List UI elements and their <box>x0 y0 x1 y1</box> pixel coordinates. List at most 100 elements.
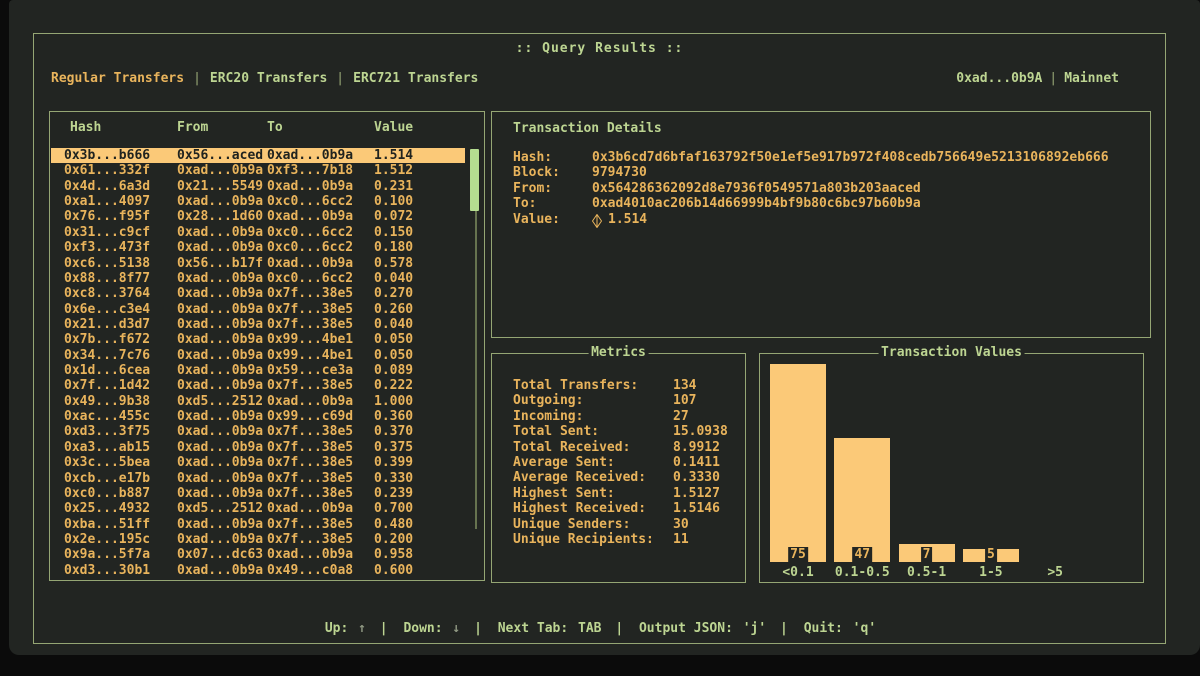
table-row[interactable]: 0xa1...4097 0xad...0b9a 0xc0...6cc2 0.10… <box>51 194 465 209</box>
detail-value-block: 9794730 <box>592 165 647 180</box>
cell-from: 0xad...0b9a <box>177 271 267 286</box>
metric-row: Total Transfers: 134 <box>513 378 739 393</box>
cell-hash: 0x3b...b666 <box>64 148 177 163</box>
table-row[interactable]: 0x3c...5bea 0xad...0b9a 0x7f...38e5 0.39… <box>51 455 465 470</box>
cell-value: 0.600 <box>374 563 465 578</box>
table-row[interactable]: 0xac...455c 0xad...0b9a 0x99...c69d 0.36… <box>51 409 465 424</box>
detail-value-hash: 0x3b6cd7d6bfaf163792f50e1ef5e917b972f408… <box>592 150 1109 165</box>
table-row[interactable]: 0x7f...1d42 0xad...0b9a 0x7f...38e5 0.22… <box>51 378 465 393</box>
transfers-table-body: 0x3b...b666 0x56...aced 0xad...0b9a 1.51… <box>51 148 465 578</box>
table-row[interactable]: 0xc0...b887 0xad...0b9a 0x7f...38e5 0.23… <box>51 486 465 501</box>
detail-label-value: Value: <box>513 212 592 227</box>
table-row[interactable]: 0xf3...473f 0xad...0b9a 0xc0...6cc2 0.18… <box>51 240 465 255</box>
cell-to: 0x49...c0a8 <box>267 563 374 578</box>
cell-hash: 0x6e...c3e4 <box>64 302 177 317</box>
footer-separator: | <box>615 621 623 636</box>
cell-hash: 0x88...8f77 <box>64 271 177 286</box>
cell-to: 0x99...4be1 <box>267 332 374 347</box>
table-row[interactable]: 0x7b...f672 0xad...0b9a 0x99...4be1 0.05… <box>51 332 465 347</box>
table-row[interactable]: 0x2e...195c 0xad...0b9a 0x7f...38e5 0.20… <box>51 532 465 547</box>
cell-from: 0xad...0b9a <box>177 363 267 378</box>
detail-label-from: From: <box>513 181 592 196</box>
metric-value: 1.5127 <box>673 486 720 501</box>
cell-hash: 0xa3...ab15 <box>64 440 177 455</box>
table-row[interactable]: 0x25...4932 0xd5...2512 0xad...0b9a 0.70… <box>51 501 465 516</box>
hint-output-json-label: Output JSON: <box>639 621 733 636</box>
table-row[interactable]: 0x61...332f 0xad...0b9a 0xf3...7b18 1.51… <box>51 163 465 178</box>
tab-erc721-transfers[interactable]: ERC721 Transfers <box>353 71 478 86</box>
metric-value: 8.9912 <box>673 440 720 455</box>
cell-from: 0xad...0b9a <box>177 317 267 332</box>
app-frame: :: Query Results :: Regular Transfers|ER… <box>33 33 1166 644</box>
cell-to: 0x7f...38e5 <box>267 532 374 547</box>
app-title: :: Query Results :: <box>34 41 1165 56</box>
cell-to: 0x7f...38e5 <box>267 286 374 301</box>
bar-xlabels: <0.10.1-0.50.5-11-5>5 <box>760 565 1143 581</box>
table-row[interactable]: 0x6e...c3e4 0xad...0b9a 0x7f...38e5 0.26… <box>51 302 465 317</box>
cell-from: 0xad...0b9a <box>177 302 267 317</box>
table-row[interactable]: 0xd3...3f75 0xad...0b9a 0x7f...38e5 0.37… <box>51 424 465 439</box>
footer-keybindings: Up: ↑ | Down: ↓ | Next Tab: TAB | Output… <box>34 621 1165 636</box>
cell-to: 0xc0...6cc2 <box>267 194 374 209</box>
metrics-panel: Metrics Total Transfers: 134 Outgoing: 1… <box>491 353 746 583</box>
cell-hash: 0x2e...195c <box>64 532 177 547</box>
metric-label: Total Transfers: <box>513 378 673 393</box>
table-row[interactable]: 0xa3...ab15 0xad...0b9a 0x7f...38e5 0.37… <box>51 440 465 455</box>
cell-hash: 0xc6...5138 <box>64 256 177 271</box>
cell-hash: 0xd3...3f75 <box>64 424 177 439</box>
network-label: Mainnet <box>1064 71 1119 86</box>
metric-value: 107 <box>673 393 696 408</box>
metric-row: Total Sent: 15.0938 <box>513 424 739 439</box>
metric-value: 15.0938 <box>673 424 728 439</box>
cell-from: 0xad...0b9a <box>177 194 267 209</box>
metric-row: Highest Sent: 1.5127 <box>513 486 739 501</box>
metric-label: Highest Received: <box>513 501 673 516</box>
table-row[interactable]: 0x1d...6cea 0xad...0b9a 0x59...ce3a 0.08… <box>51 363 465 378</box>
tab-erc20-transfers[interactable]: ERC20 Transfers <box>210 71 327 86</box>
table-row[interactable]: 0xd3...30b1 0xad...0b9a 0x49...c0a8 0.60… <box>51 563 465 578</box>
table-row[interactable]: 0xba...51ff 0xad...0b9a 0x7f...38e5 0.48… <box>51 517 465 532</box>
footer-separator: | <box>780 621 788 636</box>
cell-to: 0xc0...6cc2 <box>267 225 374 240</box>
cell-hash: 0x7f...1d42 <box>64 378 177 393</box>
table-row[interactable]: 0x3b...b666 0x56...aced 0xad...0b9a 1.51… <box>51 148 465 163</box>
account-separator: | <box>1049 71 1057 86</box>
metric-value: 0.3330 <box>673 470 720 485</box>
cell-value: 0.040 <box>374 271 465 286</box>
table-row[interactable]: 0xc8...3764 0xad...0b9a 0x7f...38e5 0.27… <box>51 286 465 301</box>
table-row[interactable]: 0x76...f95f 0x28...1d60 0xad...0b9a 0.07… <box>51 209 465 224</box>
cell-to: 0x99...4be1 <box>267 348 374 363</box>
cell-value: 1.512 <box>374 163 465 178</box>
chart-title: Transaction Values <box>878 345 1025 360</box>
metric-label: Unique Senders: <box>513 517 673 532</box>
table-row[interactable]: 0x4d...6a3d 0x21...5549 0xad...0b9a 0.23… <box>51 179 465 194</box>
metric-label: Highest Sent: <box>513 486 673 501</box>
cell-hash: 0xcb...e17b <box>64 471 177 486</box>
footer-separator: | <box>380 621 388 636</box>
cell-value: 0.375 <box>374 440 465 455</box>
cell-value: 0.370 <box>374 424 465 439</box>
bar-xlabel: <0.1 <box>782 565 813 580</box>
cell-from: 0xad...0b9a <box>177 486 267 501</box>
cell-value: 0.958 <box>374 547 465 562</box>
table-row[interactable]: 0xcb...e17b 0xad...0b9a 0x7f...38e5 0.33… <box>51 471 465 486</box>
scrollbar-thumb[interactable] <box>470 149 479 211</box>
tab-regular-transfers[interactable]: Regular Transfers <box>51 71 184 86</box>
table-row[interactable]: 0x88...8f77 0xad...0b9a 0xc0...6cc2 0.04… <box>51 271 465 286</box>
table-row[interactable]: 0x49...9b38 0xd5...2512 0xad...0b9a 1.00… <box>51 394 465 409</box>
cell-hash: 0x21...d3d7 <box>64 317 177 332</box>
table-row[interactable]: 0x9a...5f7a 0x07...dc63 0xad...0b9a 0.95… <box>51 547 465 562</box>
cell-hash: 0x7b...f672 <box>64 332 177 347</box>
cell-from: 0xd5...2512 <box>177 501 267 516</box>
table-row[interactable]: 0x21...d3d7 0xad...0b9a 0x7f...38e5 0.04… <box>51 317 465 332</box>
cell-hash: 0x31...c9cf <box>64 225 177 240</box>
metric-value: 1.5146 <box>673 501 720 516</box>
table-header: Hash From To Value <box>51 120 464 135</box>
table-row[interactable]: 0xc6...5138 0x56...b17f 0xad...0b9a 0.57… <box>51 256 465 271</box>
table-row[interactable]: 0x34...7c76 0xad...0b9a 0x99...4be1 0.05… <box>51 348 465 363</box>
cell-value: 0.050 <box>374 348 465 363</box>
cell-hash: 0xac...455c <box>64 409 177 424</box>
table-row[interactable]: 0x31...c9cf 0xad...0b9a 0xc0...6cc2 0.15… <box>51 225 465 240</box>
cell-hash: 0xc0...b887 <box>64 486 177 501</box>
metric-label: Total Received: <box>513 440 673 455</box>
